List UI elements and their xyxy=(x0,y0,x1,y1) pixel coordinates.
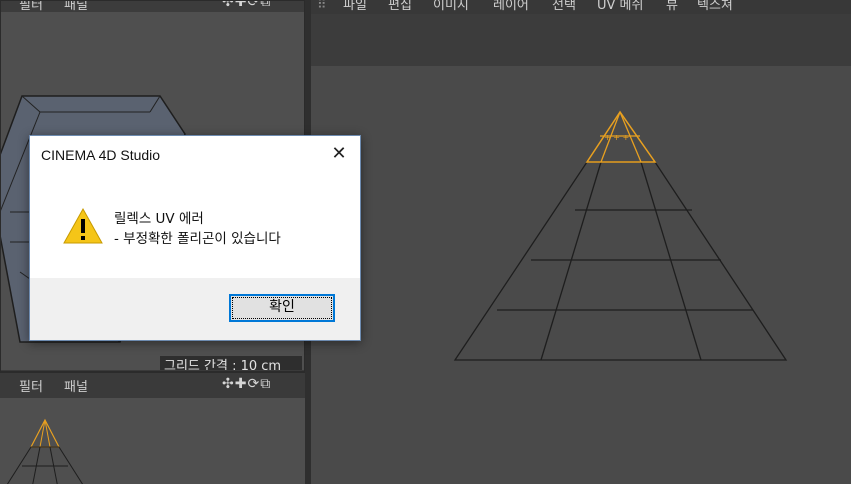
ok-button-focus-ring xyxy=(232,297,332,319)
menu-texture[interactable]: 텍스쳐 xyxy=(697,0,733,13)
dialog-message-line2: - 부정확한 폴리곤이 있습니다 xyxy=(114,231,281,247)
uv-editor-viewport[interactable]: + + + xyxy=(311,66,851,484)
menu-layer[interactable]: 레이어 xyxy=(493,0,529,13)
viewport-nav-icons-bottom[interactable]: ✣✚⟳⧉ xyxy=(222,376,271,392)
warning-icon xyxy=(63,207,103,244)
menu-file[interactable]: 파일 xyxy=(343,0,367,13)
left-top-viewport-menubar: 필터 패널 ✣✚⟳⧉ xyxy=(0,0,305,13)
uv-mesh-pyramid: + + + xyxy=(453,110,788,361)
close-icon[interactable]: ✕ xyxy=(326,142,352,166)
menu-view[interactable]: 뷰 xyxy=(666,0,678,13)
pyramid-mesh-preview xyxy=(6,418,84,484)
viewport-nav-icons[interactable]: ✣✚⟳⧉ xyxy=(222,0,271,10)
menu-edit[interactable]: 편집 xyxy=(388,0,412,13)
menu-select[interactable]: 선택 xyxy=(552,0,576,13)
dialog-message-line1: 릴렉스 UV 에러 xyxy=(114,211,204,227)
menu-uv-mesh[interactable]: UV 메쉬 xyxy=(597,0,643,13)
ok-button[interactable]: 확인 xyxy=(229,294,335,322)
dialog-title: CINEMA 4D Studio xyxy=(41,147,161,163)
error-dialog: CINEMA 4D Studio ✕ 릴렉스 UV 에러 - 부정확한 폴리곤이… xyxy=(29,135,361,341)
menu-image[interactable]: 이미지 xyxy=(433,0,469,13)
dialog-footer: 확인 xyxy=(30,278,360,340)
uv-editor-toolbar xyxy=(311,14,851,66)
left-bottom-viewport-menubar: 필터 패널 ✣✚⟳⧉ xyxy=(0,372,305,398)
menu-filter-bottom[interactable]: 필터 xyxy=(19,376,43,395)
menu-panel-bottom[interactable]: 패널 xyxy=(64,376,88,395)
grid-spacing-label: 그리드 간격 : 10 cm xyxy=(160,356,302,370)
left-bottom-viewport[interactable] xyxy=(0,398,305,484)
grip-icon[interactable]: ⣿ xyxy=(317,0,327,9)
uv-editor-menubar: ⣿ 파일 편집 이미지 레이어 선택 UV 메쉬 뷰 텍스쳐 xyxy=(311,0,851,14)
svg-text:+ + +: + + + xyxy=(604,133,629,142)
